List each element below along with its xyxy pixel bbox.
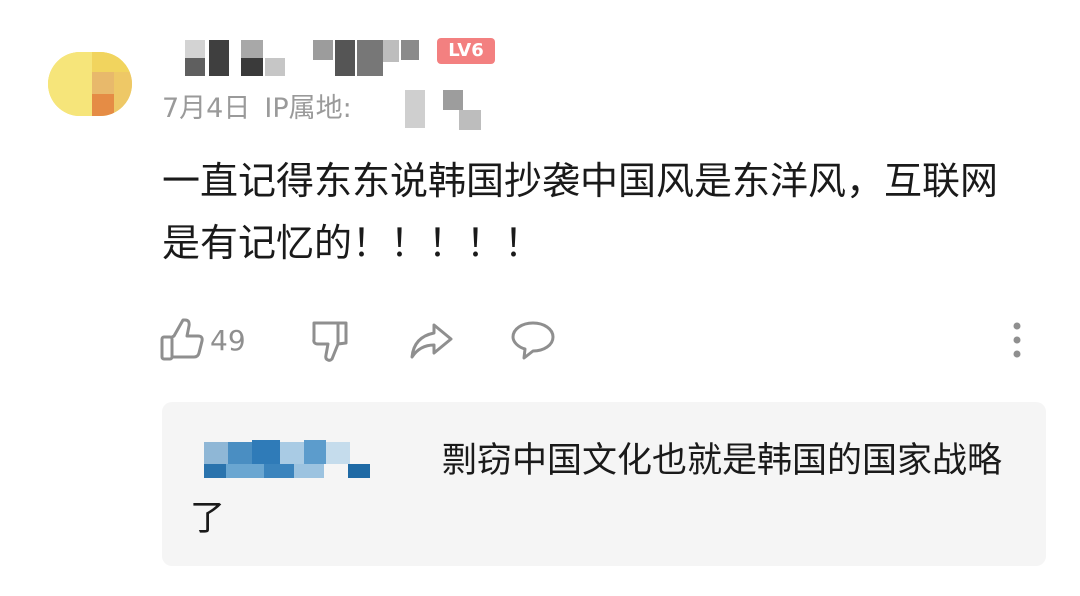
reply-text: 剽窃中国文化也就是韩国的国家战略了 <box>190 441 1003 539</box>
username-blurred[interactable] <box>185 36 425 76</box>
dislike-button[interactable] <box>310 312 354 368</box>
comment-bubble-icon <box>511 321 555 360</box>
reply-button[interactable] <box>510 312 556 368</box>
comment-meta: 7月4日 IP属地: <box>162 86 366 125</box>
comment-text: 一直记得东东说韩国抄袭中国风是东洋风，互联网是有记忆的！！！！！ <box>162 159 999 265</box>
like-button[interactable]: 49 <box>160 312 246 368</box>
avatar[interactable] <box>48 52 132 116</box>
share-icon <box>410 323 453 359</box>
thumbs-up-icon <box>160 318 204 361</box>
thumbs-down-icon <box>312 321 348 362</box>
like-count: 49 <box>210 323 246 357</box>
more-vertical-icon <box>1013 322 1021 358</box>
comment-actions: 49 <box>160 312 1040 368</box>
ip-location-blurred <box>405 90 485 130</box>
reply-preview[interactable]: 剽窃中国文化也就是韩国的国家战略了 <box>162 402 1046 566</box>
share-button[interactable] <box>408 312 454 368</box>
ip-location-label: IP属地: <box>264 93 352 124</box>
more-options-button[interactable] <box>1010 312 1024 368</box>
level-badge: LV6 <box>437 38 495 64</box>
comment-date: 7月4日 <box>162 93 251 124</box>
